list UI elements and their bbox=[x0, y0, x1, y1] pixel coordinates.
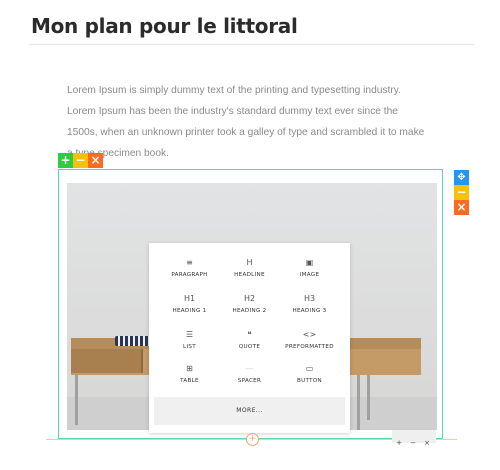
insert-heading1-option[interactable]: H1 HEADING 1 bbox=[156, 293, 223, 327]
intro-paragraph[interactable]: Lorem Ipsum is simply dummy text of the … bbox=[67, 80, 447, 164]
desk-leg bbox=[75, 375, 78, 425]
button-icon: ▭ bbox=[305, 364, 314, 373]
paragraph-line: a type specimen book. bbox=[67, 148, 169, 159]
option-label: TABLE bbox=[180, 378, 199, 384]
option-label: SPACER bbox=[237, 378, 262, 384]
option-label: QUOTE bbox=[238, 344, 261, 350]
mini-close-button[interactable]: × bbox=[420, 437, 434, 450]
insert-heading3-option[interactable]: H3 HEADING 3 bbox=[276, 293, 343, 327]
mini-minimize-button[interactable]: − bbox=[406, 437, 420, 450]
paragraph-line: Lorem Ipsum is simply dummy text of the … bbox=[67, 85, 401, 96]
move-block-button[interactable]: ✥ bbox=[454, 170, 469, 185]
desk-drawer bbox=[71, 349, 143, 373]
list-icon: ☰ bbox=[185, 330, 194, 339]
option-label: PREFORMATTED bbox=[285, 344, 334, 350]
delete-block-button[interactable]: × bbox=[454, 200, 469, 215]
paragraph-icon: ≡ bbox=[186, 258, 193, 267]
option-label: IMAGE bbox=[299, 272, 320, 278]
collapse-block-button[interactable]: − bbox=[454, 185, 469, 200]
insert-spacer-option[interactable]: — SPACER bbox=[216, 363, 283, 397]
heading1-icon: H1 bbox=[183, 294, 196, 303]
heading2-icon: H2 bbox=[243, 294, 256, 303]
quote-icon: ❝ bbox=[247, 330, 252, 339]
option-label: HEADING 3 bbox=[292, 308, 327, 314]
insert-table-option[interactable]: ⊞ TABLE bbox=[156, 363, 223, 397]
book bbox=[115, 336, 151, 346]
add-block-circle-button[interactable]: + bbox=[246, 433, 259, 446]
insert-list-option[interactable]: ☰ LIST bbox=[156, 329, 223, 363]
desk-leg bbox=[367, 375, 370, 420]
insert-preformatted-option[interactable]: <> PREFORMATTED bbox=[276, 329, 343, 363]
title-divider bbox=[29, 44, 474, 45]
insert-button-option[interactable]: ▭ BUTTON bbox=[276, 363, 343, 397]
heading3-icon: H3 bbox=[303, 294, 316, 303]
minimize-block-button[interactable]: − bbox=[73, 153, 88, 168]
headline-icon: H bbox=[246, 258, 253, 267]
option-label: BUTTON bbox=[296, 378, 323, 384]
mini-block-controls: + − × bbox=[392, 430, 436, 447]
code-icon: <> bbox=[302, 330, 317, 339]
image-icon: ▣ bbox=[305, 258, 314, 267]
option-label: LIST bbox=[183, 344, 196, 350]
add-block-button[interactable]: + bbox=[58, 153, 73, 168]
table-icon: ⊞ bbox=[186, 364, 193, 373]
option-label: PARAGRAPH bbox=[171, 272, 208, 278]
paragraph-line: Lorem Ipsum has been the industry's stan… bbox=[67, 106, 398, 117]
mini-add-button[interactable]: + bbox=[392, 437, 406, 450]
option-label: HEADLINE bbox=[234, 272, 265, 278]
spacer-icon: — bbox=[245, 364, 254, 373]
option-label: HEADING 2 bbox=[232, 308, 267, 314]
option-label: HEADING 1 bbox=[172, 308, 207, 314]
page-title: Mon plan pour le littoral bbox=[31, 14, 298, 38]
insert-quote-option[interactable]: ❝ QUOTE bbox=[216, 329, 283, 363]
remove-block-button[interactable]: × bbox=[88, 153, 103, 168]
block-inserter-popup: ≡ PARAGRAPH H HEADLINE ▣ IMAGE H1 HEADIN… bbox=[149, 243, 350, 433]
more-blocks-button[interactable]: MORE... bbox=[154, 397, 345, 425]
insert-heading2-option[interactable]: H2 HEADING 2 bbox=[216, 293, 283, 327]
paragraph-line: 1500s, when an unknown printer took a ga… bbox=[67, 127, 425, 138]
insert-image-option[interactable]: ▣ IMAGE bbox=[276, 257, 343, 291]
desk-leg bbox=[357, 375, 360, 430]
insert-paragraph-option[interactable]: ≡ PARAGRAPH bbox=[156, 257, 223, 291]
insert-headline-option[interactable]: H HEADLINE bbox=[216, 257, 283, 291]
